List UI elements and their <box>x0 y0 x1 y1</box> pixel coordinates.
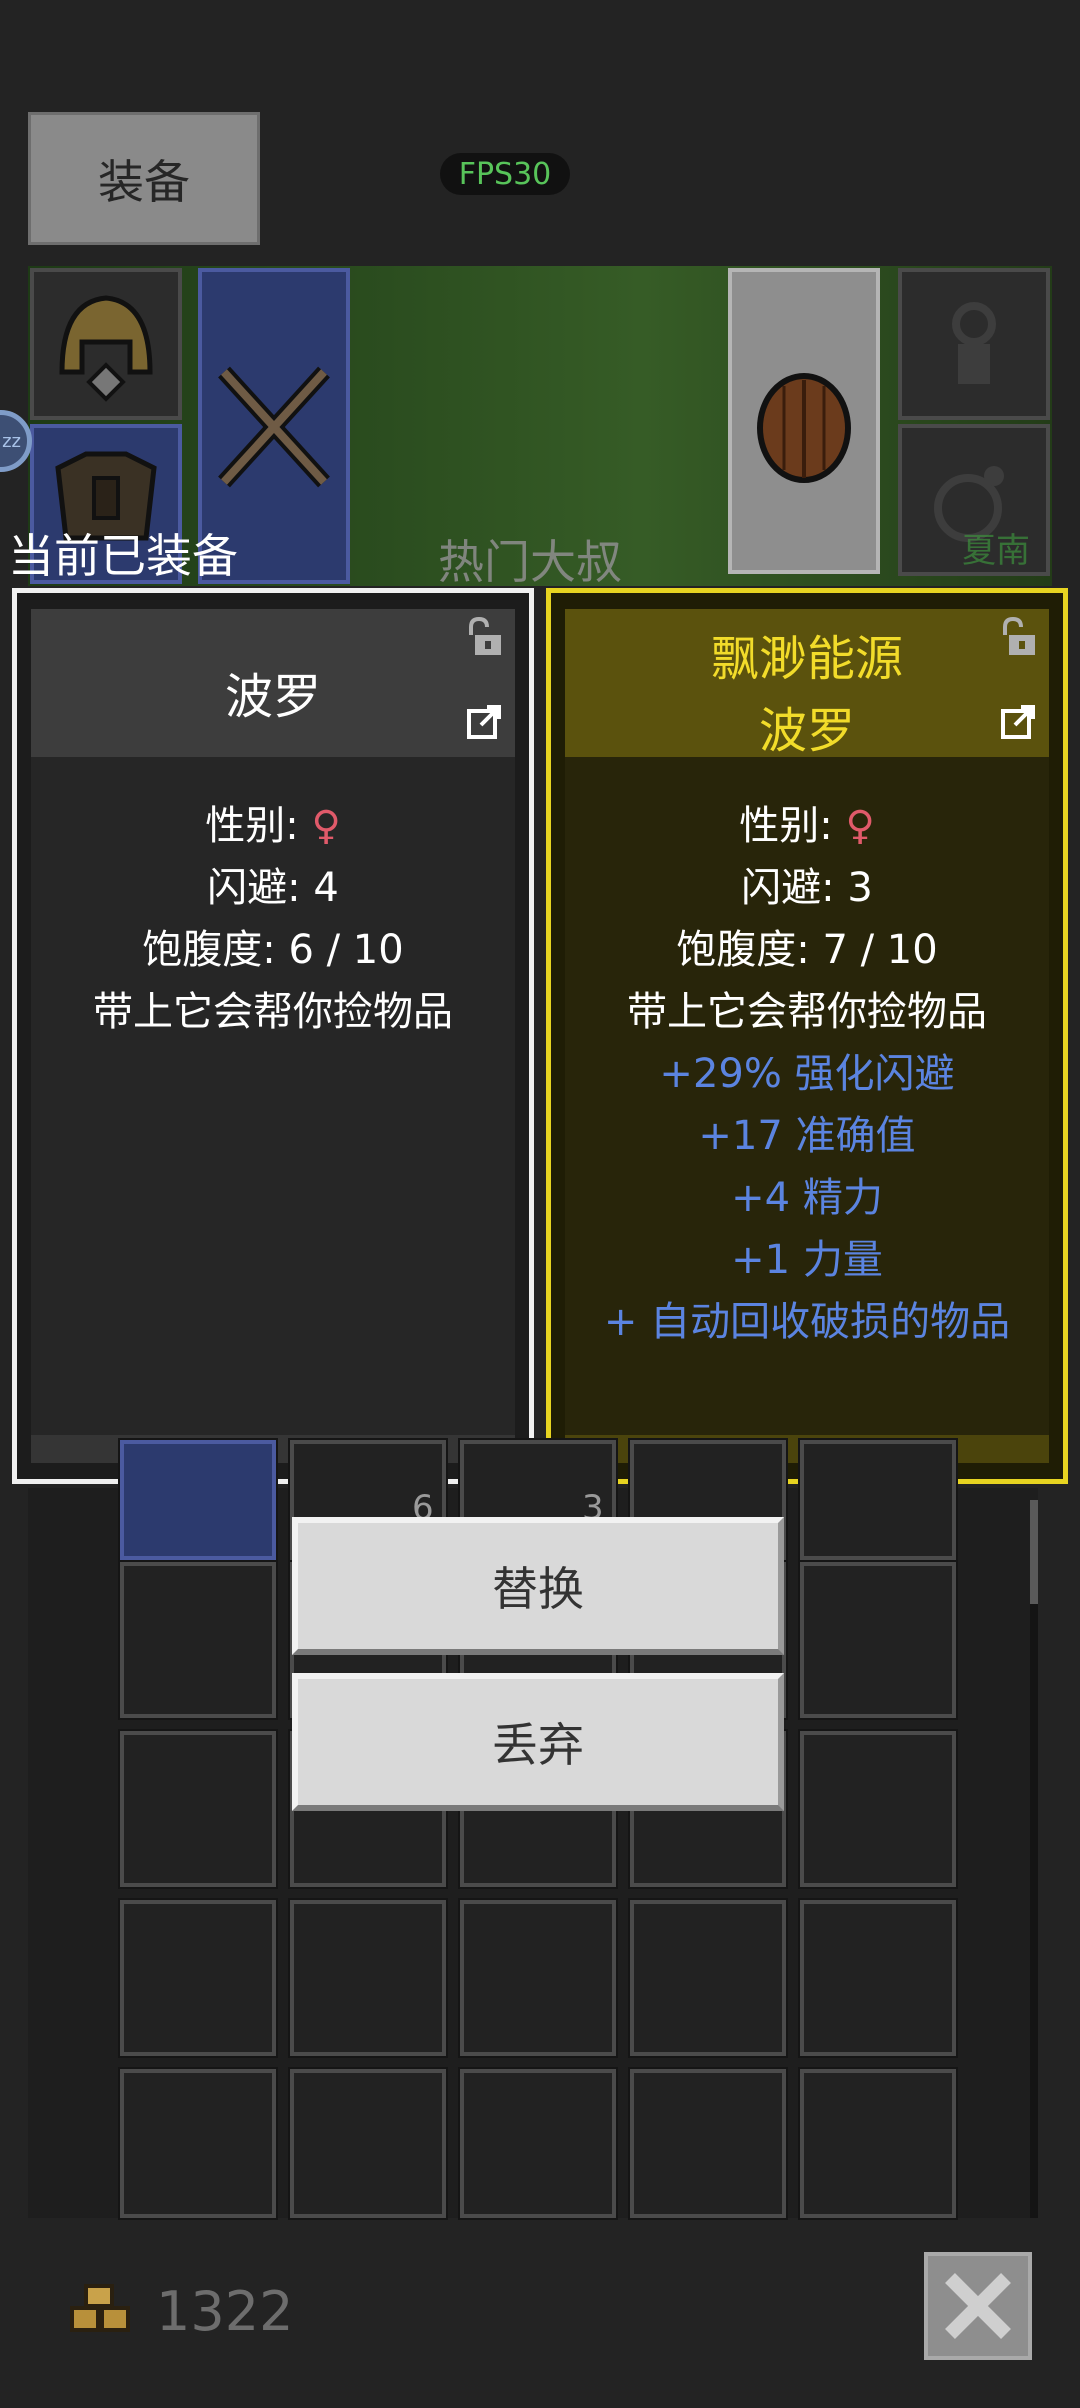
bonus-strength: +1 力量 <box>731 1237 883 1283</box>
stat-evasion: 闪避: 4 <box>207 865 339 911</box>
equipment-tab-label: 装备 <box>98 154 190 209</box>
bonus-energy: +4 精力 <box>731 1175 883 1221</box>
scrollbar-thumb[interactable] <box>1030 1500 1038 1604</box>
scrollbar-track[interactable] <box>1030 1500 1038 2218</box>
new-item-panel: 飘渺能源 波罗 性别: ♀ 闪避: 3 饱腹度: 7 / 10 带上它会帮你捡物… <box>546 588 1068 1484</box>
stat-description: 带上它会帮你捡物品 <box>93 989 453 1035</box>
inventory-slot[interactable] <box>798 1560 958 1720</box>
replace-button[interactable]: 替换 <box>292 1517 784 1655</box>
shield-icon <box>757 373 851 483</box>
gold-amount: 1322 <box>156 2280 294 2343</box>
amulet-slot[interactable] <box>898 268 1050 420</box>
stat-evasion: 闪避: 3 <box>741 865 873 911</box>
item-stats: 性别: ♀ 闪避: 4 饱腹度: 6 / 10 带上它会帮你捡物品 <box>31 795 515 1043</box>
inventory-slot[interactable] <box>628 1898 788 2058</box>
helmet-slot[interactable] <box>30 268 182 420</box>
inventory-slot[interactable] <box>798 1729 958 1889</box>
close-icon <box>945 2273 1011 2339</box>
equipment-tab[interactable]: 装备 <box>28 112 260 245</box>
inventory-slot[interactable] <box>118 1898 278 2058</box>
item-name: 波罗 <box>224 669 321 725</box>
faded-scene-text: 热门大叔 <box>438 535 622 589</box>
female-icon: ♀ <box>311 803 341 849</box>
helmet-icon <box>59 295 153 402</box>
stat-gender: 性别: ♀ <box>739 803 875 849</box>
current-equipped-label: 当前已装备 <box>8 529 238 583</box>
inventory-slot[interactable] <box>288 1898 448 2058</box>
inventory-slot[interactable] <box>798 1438 958 1562</box>
gold-coins-icon <box>70 2284 130 2332</box>
stat-description: 带上它会帮你捡物品 <box>627 989 987 1035</box>
inventory-slot[interactable] <box>798 2067 958 2220</box>
faded-green-text: 夏南 <box>962 531 1030 571</box>
inventory-slot[interactable] <box>288 2067 448 2220</box>
sleep-badge: zz <box>2 430 21 452</box>
item-enchant-name: 飘渺能源 <box>710 631 903 687</box>
inventory-slot[interactable] <box>118 2067 278 2220</box>
inventory-slot[interactable] <box>798 1898 958 2058</box>
inventory-slot[interactable] <box>118 1560 278 1720</box>
unlock-icon[interactable] <box>463 617 503 657</box>
inventory-slot[interactable] <box>118 1729 278 1889</box>
inventory-slot[interactable] <box>458 1898 618 2058</box>
stat-satiety: 饱腹度: 7 / 10 <box>676 927 938 973</box>
item-stats: 性别: ♀ 闪避: 3 饱腹度: 7 / 10 带上它会帮你捡物品 +29% 强… <box>565 795 1049 1353</box>
offhand-slot[interactable] <box>728 268 880 574</box>
fps-counter: FPS30 <box>440 153 570 195</box>
inventory-slot[interactable] <box>458 2067 618 2220</box>
bonus-accuracy: +17 准确值 <box>698 1113 916 1159</box>
stat-satiety: 饱腹度: 6 / 10 <box>142 927 404 973</box>
amulet-icon <box>952 302 996 384</box>
discard-button[interactable]: 丢弃 <box>292 1673 784 1811</box>
bonus-auto-recycle: + 自动回收破损的物品 <box>603 1299 1011 1345</box>
inventory-slot[interactable] <box>628 2067 788 2220</box>
close-button[interactable] <box>924 2252 1032 2360</box>
equipped-item-panel: 波罗 性别: ♀ 闪避: 4 饱腹度: 6 / 10 带上它会帮你捡物品 <box>12 588 534 1484</box>
item-name: 波罗 <box>758 703 855 759</box>
bonus-evasion: +29% 强化闪避 <box>659 1051 955 1097</box>
stat-gender: 性别: ♀ <box>205 803 341 849</box>
inventory-slot[interactable] <box>118 1438 278 1562</box>
female-icon: ♀ <box>845 803 875 849</box>
